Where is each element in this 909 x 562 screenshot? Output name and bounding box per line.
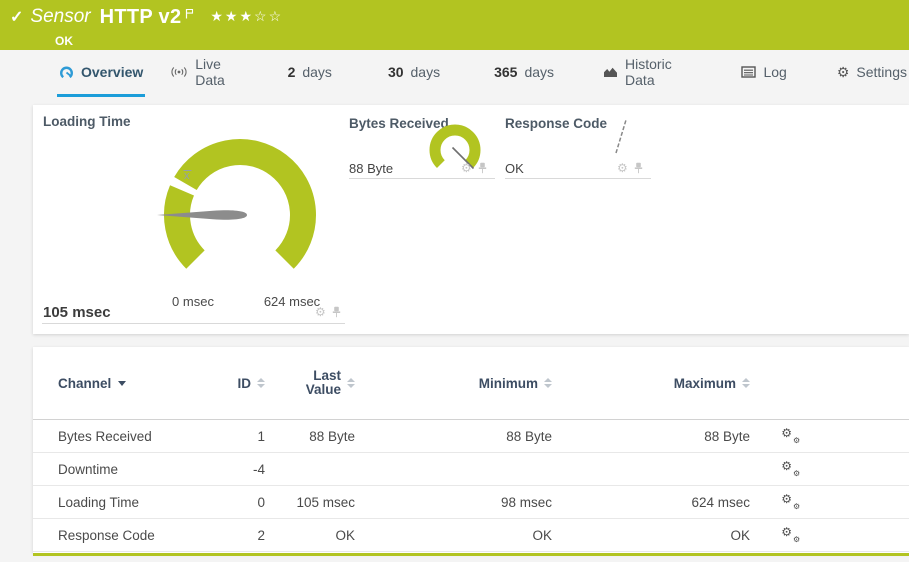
column-header-maximum[interactable]: Maximum [552, 376, 750, 391]
cell-last-value: OK [265, 528, 355, 543]
tab-overview[interactable]: Overview [57, 50, 145, 97]
priority-stars[interactable]: ★★★☆☆ [210, 8, 283, 25]
pin-icon[interactable] [478, 162, 487, 174]
tab-label: Live Data [195, 56, 236, 88]
response-code-value: OK [505, 161, 524, 176]
tab-label: Historic Data [625, 56, 683, 88]
column-header-minimum[interactable]: Minimum [355, 376, 552, 391]
sort-arrows-icon [544, 378, 552, 388]
tab-label: Overview [81, 64, 143, 80]
sort-arrows-icon [742, 378, 750, 388]
tab-historic-data[interactable]: Historic Data [601, 50, 685, 97]
sensor-header: ✓ Sensor HTTP v2 ★★★☆☆ OK [0, 0, 909, 50]
tab-unit: days [411, 64, 441, 80]
gauge-scale-max: 624 msec [261, 294, 323, 309]
table-row: Downtime -4 ⚙⚙ [33, 453, 909, 486]
gauge-scale-min: 0 msec [167, 294, 219, 309]
cell-channel[interactable]: Bytes Received [58, 429, 218, 444]
tab-live-data[interactable]: Live Data [168, 50, 238, 97]
gauge-icon [59, 66, 74, 79]
cell-id: 2 [218, 528, 265, 543]
column-header-channel[interactable]: Channel [58, 376, 218, 391]
cell-channel[interactable]: Downtime [58, 462, 218, 477]
gear-icon: ⚙ [837, 65, 850, 79]
table-row: Response Code 2 OK OK OK ⚙⚙ [33, 519, 909, 552]
column-header-id[interactable]: ID [218, 376, 265, 391]
gauge-title-loading-time: Loading Time [43, 114, 131, 129]
gear-icon[interactable]: ⚙ [617, 162, 628, 174]
tab-log[interactable]: Log [739, 50, 788, 97]
table-header-row: Channel ID Last Value Minimum Maximum [33, 347, 909, 420]
cell-id: -4 [218, 462, 265, 477]
sort-caret-icon [118, 381, 126, 386]
tab-30-days[interactable]: 30 days [386, 50, 442, 97]
pin-icon[interactable] [332, 306, 341, 318]
sort-arrows-icon [257, 378, 265, 388]
table-row: Loading Time 0 105 msec 98 msec 624 msec… [33, 486, 909, 519]
tab-2-days[interactable]: 2 days [286, 50, 334, 97]
tab-number: 30 [388, 64, 404, 80]
response-code-gauge [603, 113, 643, 159]
tab-unit: days [524, 64, 554, 80]
loading-time-value: 105 msec [43, 304, 111, 321]
table-row: Bytes Received 1 88 Byte 88 Byte 88 Byte… [33, 420, 909, 453]
cell-minimum: 98 msec [355, 495, 552, 510]
gauge-title-response-code: Response Code [505, 116, 607, 131]
cell-minimum: 88 Byte [355, 429, 552, 444]
tab-settings[interactable]: ⚙ Settings [835, 50, 909, 97]
flag-icon[interactable] [185, 8, 194, 19]
tab-label: Log [763, 64, 786, 80]
column-header-last-value[interactable]: Last Value [265, 369, 355, 397]
broadcast-icon [170, 66, 188, 78]
area-chart-icon [603, 66, 618, 78]
cell-minimum: OK [355, 528, 552, 543]
tab-number: 365 [494, 64, 517, 80]
cell-channel[interactable]: Loading Time [58, 495, 218, 510]
status-badge: OK [55, 34, 909, 48]
sort-arrows-icon [347, 378, 355, 388]
object-type-label: Sensor [30, 6, 90, 28]
loading-time-gauge: x [155, 130, 325, 300]
cell-maximum: 88 Byte [552, 429, 750, 444]
cell-channel[interactable]: Response Code [58, 528, 218, 543]
pin-icon[interactable] [634, 162, 643, 174]
cell-id: 0 [218, 495, 265, 510]
gauges-panel: Loading Time x 0 msec 624 msec 105 msec … [33, 105, 909, 334]
tab-unit: days [302, 64, 332, 80]
page-title: HTTP v2 [100, 6, 182, 29]
cell-id: 1 [218, 429, 265, 444]
channels-table-panel: Channel ID Last Value Minimum Maximum By… [33, 347, 909, 553]
tab-label: Settings [856, 64, 907, 80]
cell-maximum: 624 msec [552, 495, 750, 510]
svg-text:x: x [184, 170, 190, 182]
cell-last-value: 105 msec [265, 495, 355, 510]
gear-icon[interactable]: ⚙ [315, 306, 326, 318]
tab-number: 2 [288, 64, 296, 80]
ok-check-icon: ✓ [10, 7, 23, 27]
cell-maximum: OK [552, 528, 750, 543]
cell-last-value: 88 Byte [265, 429, 355, 444]
gear-icon[interactable]: ⚙ [461, 162, 472, 174]
tab-bar: Overview Live Data 2 days 30 days 365 da… [0, 50, 909, 97]
bytes-received-value: 88 Byte [349, 161, 393, 176]
log-icon [741, 66, 756, 78]
tab-365-days[interactable]: 365 days [492, 50, 556, 97]
next-section-edge [33, 553, 909, 556]
